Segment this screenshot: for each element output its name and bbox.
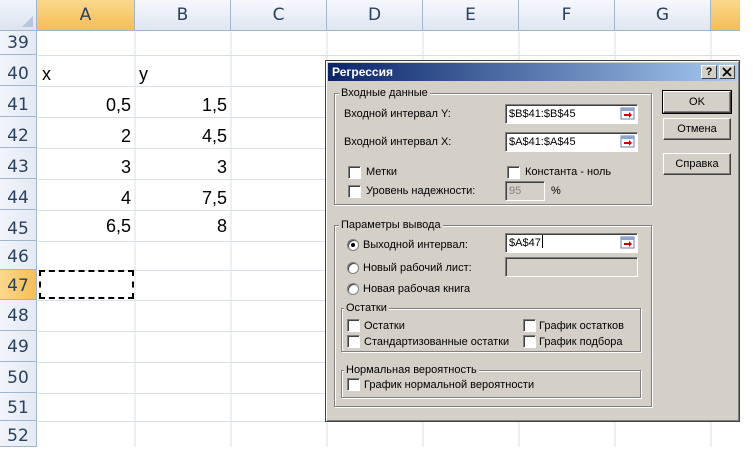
- row-header-45[interactable]: 45: [0, 210, 37, 241]
- range-select-icon[interactable]: [620, 106, 636, 122]
- percent-label: %: [551, 185, 561, 197]
- cell-a42[interactable]: 2: [38, 124, 135, 148]
- confidence-level-label: Уровень надежности:: [366, 185, 476, 197]
- row-header-47[interactable]: 47: [0, 270, 37, 300]
- normal-plot-label: График нормальной вероятности: [364, 379, 535, 391]
- confidence-level-input[interactable]: 95: [505, 181, 545, 201]
- residuals-label: Остатки: [364, 320, 405, 332]
- normal-probability-group-label: Нормальная вероятность: [344, 364, 479, 376]
- sheet-right-edge: [740, 0, 753, 447]
- row-header-44[interactable]: 44: [0, 179, 37, 210]
- help-question-button[interactable]: ?: [701, 65, 717, 79]
- regression-dialog: Регрессия ? Входные данные Входной интер…: [325, 60, 740, 422]
- output-range-label: Выходной интервал:: [363, 239, 468, 251]
- y-range-input[interactable]: $B$41:$B$45: [505, 104, 638, 124]
- cell-b43[interactable]: 3: [135, 155, 231, 179]
- cell-b42[interactable]: 4,5: [135, 124, 231, 148]
- labels-checkbox[interactable]: [348, 166, 361, 179]
- row-header-52[interactable]: 52: [0, 421, 37, 447]
- row-header-50[interactable]: 50: [0, 362, 37, 393]
- x-range-label: Входной интервал X:: [344, 136, 452, 148]
- y-range-label: Входной интервал Y:: [344, 108, 451, 120]
- column-header-a[interactable]: A: [37, 0, 135, 31]
- output-range-input[interactable]: $A$47: [505, 233, 638, 253]
- column-header-g[interactable]: G: [615, 0, 711, 31]
- row-header-46[interactable]: 46: [0, 241, 37, 270]
- select-all-corner[interactable]: [0, 0, 37, 31]
- constant-zero-label: Константа - ноль: [525, 166, 612, 178]
- column-header-f[interactable]: F: [519, 0, 615, 31]
- x-range-input[interactable]: $A$41:$A$45: [505, 132, 638, 152]
- confidence-level-checkbox[interactable]: [348, 185, 361, 198]
- row-header-49[interactable]: 49: [0, 331, 37, 362]
- residuals-group-label: Остатки: [344, 302, 389, 314]
- std-residuals-label: Стандартизованные остатки: [364, 336, 510, 348]
- help-button[interactable]: Справка: [663, 153, 731, 175]
- residual-plot-label: График остатков: [539, 320, 624, 332]
- new-workbook-radio[interactable]: [347, 283, 359, 295]
- column-header-b[interactable]: B: [135, 0, 231, 31]
- residuals-checkbox[interactable]: [347, 319, 360, 332]
- row-header-39[interactable]: 39: [0, 31, 37, 55]
- new-sheet-input[interactable]: [505, 257, 638, 277]
- row-header-40[interactable]: 40: [0, 55, 37, 86]
- close-icon: [722, 67, 732, 77]
- selected-cell-a47[interactable]: [39, 270, 134, 299]
- ok-button[interactable]: OK: [662, 90, 732, 114]
- cell-a43[interactable]: 3: [38, 155, 135, 179]
- new-sheet-label: Новый рабочий лист:: [363, 262, 472, 274]
- column-header-e[interactable]: E: [423, 0, 519, 31]
- fit-plot-label: График подбора: [539, 336, 623, 348]
- row-header-42[interactable]: 42: [0, 117, 37, 148]
- cell-a41[interactable]: 0,5: [38, 93, 135, 117]
- text-caret: [541, 235, 543, 248]
- constant-zero-checkbox[interactable]: [507, 166, 520, 179]
- range-select-icon[interactable]: [620, 235, 636, 251]
- normal-plot-checkbox[interactable]: [347, 378, 360, 391]
- close-button[interactable]: [719, 65, 735, 79]
- cancel-button[interactable]: Отмена: [663, 118, 731, 140]
- input-data-group-label: Входные данные: [339, 87, 430, 99]
- cell-b45[interactable]: 8: [135, 214, 231, 238]
- column-header-c[interactable]: C: [231, 0, 327, 31]
- fit-plot-checkbox[interactable]: [523, 335, 536, 348]
- cell-b44[interactable]: 7,5: [135, 186, 231, 210]
- cell-a40[interactable]: x: [38, 62, 135, 86]
- labels-checkbox-label: Метки: [366, 166, 398, 178]
- row-header-51[interactable]: 51: [0, 393, 37, 421]
- column-header-d[interactable]: D: [327, 0, 423, 31]
- output-options-group-label: Параметры вывода: [339, 219, 443, 231]
- std-residuals-checkbox[interactable]: [347, 335, 360, 348]
- dialog-title: Регрессия: [332, 65, 393, 79]
- select-all-triangle-icon: [22, 16, 33, 27]
- row-header-48[interactable]: 48: [0, 300, 37, 331]
- range-select-icon[interactable]: [620, 134, 636, 150]
- row-header-43[interactable]: 43: [0, 148, 37, 179]
- dialog-titlebar[interactable]: Регрессия ?: [328, 63, 737, 81]
- cell-b40[interactable]: y: [135, 62, 231, 86]
- row-header-41[interactable]: 41: [0, 86, 37, 117]
- residual-plot-checkbox[interactable]: [523, 319, 536, 332]
- cell-b41[interactable]: 1,5: [135, 93, 231, 117]
- new-sheet-radio[interactable]: [347, 262, 359, 274]
- cell-a45[interactable]: 6,5: [38, 214, 135, 238]
- output-range-radio[interactable]: [347, 239, 359, 251]
- new-workbook-label: Новая рабочая книга: [363, 283, 471, 295]
- cell-a44[interactable]: 4: [38, 186, 135, 210]
